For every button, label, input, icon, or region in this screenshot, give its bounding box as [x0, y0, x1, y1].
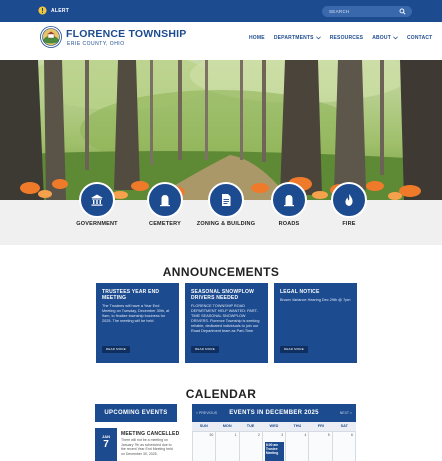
- alert-link[interactable]: ALERT: [38, 6, 69, 15]
- headstone-icon: [160, 195, 170, 207]
- nav-item-departments[interactable]: DEPARTMENTS: [274, 35, 321, 41]
- day-number: 5: [327, 433, 330, 437]
- upcoming-events-label: UPCOMING EVENTS: [104, 410, 168, 416]
- calendar-prev-button[interactable]: < PREVIOUS: [196, 411, 217, 415]
- township-seal-logo[interactable]: [40, 26, 62, 48]
- chevron-down-icon: [315, 36, 321, 40]
- event-day: 7: [103, 439, 109, 450]
- calendar-heading: CALENDAR: [185, 387, 257, 401]
- announcement-body: The Trustees will have a Year End Meetin…: [102, 304, 170, 323]
- nav-item-home[interactable]: HOME: [249, 35, 265, 41]
- quick-link-label: FIRE: [342, 221, 356, 227]
- day-number: 6: [351, 433, 353, 437]
- chevron-down-icon: [393, 36, 398, 40]
- hero-image: [0, 60, 442, 200]
- calendar-day-cell[interactable]: 5: [309, 431, 333, 461]
- nav-label: HOME: [249, 35, 265, 41]
- nav-label: DEPARTMENTS: [273, 35, 314, 41]
- forest-path-illustration: [0, 60, 442, 200]
- nav-item-resources[interactable]: RESOURCES: [330, 35, 363, 41]
- event-date-badge: JAN 7: [95, 428, 117, 461]
- announcement-title: LEGAL NOTICE: [280, 289, 320, 295]
- announcement-card[interactable]: SEASONAL SNOWPLOW DRIVERS NEEDED FLORENC…: [185, 283, 268, 363]
- announcement-card[interactable]: LEGAL NOTICE Brown Variance Hearing Dec …: [274, 283, 357, 363]
- read-more-label: READ MORE: [195, 347, 215, 351]
- nav-item-about[interactable]: ABOUT: [372, 35, 398, 41]
- day-number: 2: [257, 433, 260, 437]
- calendar-weekday-row: SUN MON TUE WED THU FRI SAT: [192, 422, 356, 431]
- calendar-header: EVENTS IN DECEMBER 2025 < PREVIOUS NEXT …: [192, 404, 356, 422]
- announcements-heading: ANNOUNCEMENTS: [162, 265, 280, 279]
- read-more-label: READ MORE: [284, 347, 304, 351]
- weekday-label: SAT: [340, 424, 348, 428]
- announcement-body: FLORENCE TOWNSHIP ROAD DEPARTMENT HELP W…: [191, 304, 260, 333]
- day-number: 4: [304, 433, 307, 437]
- weekday-label: MON: [222, 424, 232, 428]
- search-icon[interactable]: [399, 8, 406, 15]
- day-number: 1: [234, 433, 237, 437]
- day-number: 3: [281, 433, 284, 437]
- quick-link-circle: [271, 182, 307, 218]
- calendar-day-cell[interactable]: 4: [286, 431, 310, 461]
- upcoming-event-title[interactable]: MEETING CANCELLED: [121, 431, 179, 437]
- calendar-event-title: Trustee Meeting: [265, 447, 279, 455]
- weekday-label: TUE: [246, 424, 255, 428]
- announcement-title: SEASONAL SNOWPLOW DRIVERS NEEDED: [191, 289, 255, 301]
- alert-label: ALERT: [51, 7, 70, 14]
- alert-bar: ALERT SEARCH: [0, 0, 442, 22]
- calendar-event[interactable]: 8:00 am Trustee Meeting: [264, 442, 284, 461]
- flame-icon: [345, 194, 353, 206]
- nav-label: RESOURCES: [329, 35, 364, 41]
- quick-link-circle: [79, 182, 115, 218]
- weekday-label: THU: [293, 424, 302, 428]
- quick-link-circle: [147, 182, 183, 218]
- site-title[interactable]: FLORENCE TOWNSHIP: [66, 28, 186, 40]
- nav-item-contact[interactable]: CONTACT: [407, 35, 432, 41]
- quick-link-circle: [208, 182, 244, 218]
- announcement-body: Brown Variance Hearing Dec 29th @ 7pm: [280, 298, 351, 302]
- site-subtitle: ERIE COUNTY, OHIO: [67, 41, 125, 47]
- calendar-next-button[interactable]: NEXT >: [340, 411, 352, 415]
- read-more-button[interactable]: READ MORE: [102, 346, 130, 353]
- headstone-icon: [284, 195, 294, 207]
- search-input[interactable]: SEARCH: [322, 6, 412, 17]
- quick-link-circle: [331, 182, 367, 218]
- quick-link-fire[interactable]: FIRE: [309, 182, 389, 228]
- calendar-week-row: 30 1 2 3 8:00 am Trustee Meeting 4 5 6: [192, 431, 356, 461]
- document-icon: [222, 194, 231, 206]
- read-more-label: READ MORE: [106, 347, 126, 351]
- calendar-day-cell[interactable]: 6: [332, 431, 356, 461]
- announcement-title: TRUSTEES YEAR END MEETING: [102, 289, 160, 301]
- site-header: FLORENCE TOWNSHIP ERIE COUNTY, OHIO HOME…: [0, 22, 442, 60]
- read-more-button[interactable]: READ MORE: [191, 346, 219, 353]
- weekday-label: WED: [269, 424, 279, 428]
- read-more-button[interactable]: READ MORE: [280, 346, 308, 353]
- announcement-card[interactable]: TRUSTEES YEAR END MEETING The Trustees w…: [96, 283, 179, 363]
- calendar-day-cell[interactable]: 1: [216, 431, 240, 461]
- weekday-label: SUN: [199, 424, 208, 428]
- nav-label: CONTACT: [406, 35, 433, 41]
- search-placeholder: SEARCH: [329, 9, 350, 14]
- calendar-day-cell[interactable]: 3 8:00 am Trustee Meeting: [262, 431, 287, 461]
- calendar-day-cell[interactable]: 2: [239, 431, 263, 461]
- upcoming-event-body: There will not be a meeting on January 7…: [121, 438, 173, 456]
- government-building-icon: [91, 194, 103, 206]
- alert-icon: [38, 6, 47, 15]
- calendar-day-cell[interactable]: 30: [193, 431, 217, 461]
- weekday-label: FRI: [317, 424, 324, 428]
- main-nav: HOME DEPARTMENTS RESOURCES ABOUT CONTACT: [249, 35, 432, 41]
- upcoming-events-header: UPCOMING EVENTS: [95, 404, 177, 422]
- nav-label: ABOUT: [372, 35, 391, 41]
- calendar-widget: EVENTS IN DECEMBER 2025 < PREVIOUS NEXT …: [192, 404, 356, 461]
- day-number: 30: [209, 433, 214, 437]
